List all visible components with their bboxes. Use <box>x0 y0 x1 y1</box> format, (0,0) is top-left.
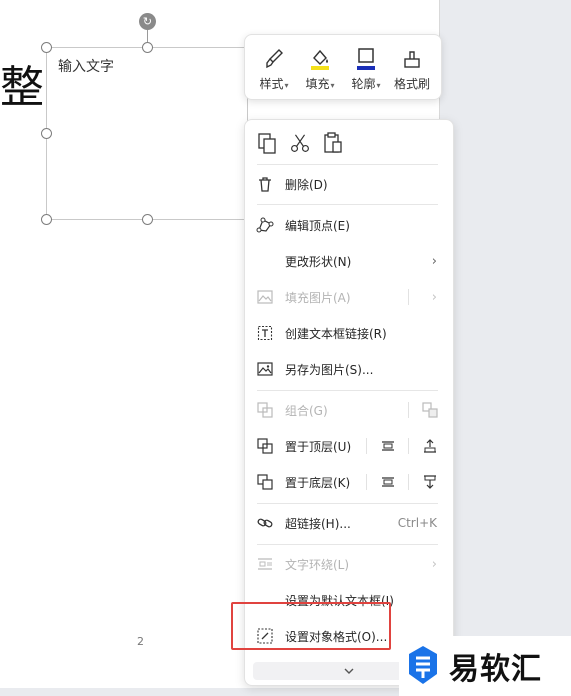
textbox-link-icon <box>257 325 273 341</box>
menu-item-fill-picture[interactable]: 填充图片(A) › <box>245 282 453 312</box>
menu-item-create-textbox-link[interactable]: 创建文本框链接(R) <box>245 318 453 348</box>
brush-icon <box>266 49 283 69</box>
resize-handle-bottom[interactable] <box>142 214 153 225</box>
format-painter-button[interactable]: 格式刷 <box>389 43 435 99</box>
menu-label-delete: 删除(D) <box>285 177 328 192</box>
ungroup-icon[interactable] <box>421 401 439 419</box>
group-icon <box>257 402 273 418</box>
menu-label-change-shape: 更改形状(N) <box>285 254 352 269</box>
send-back-icon <box>257 474 273 490</box>
image-icon <box>257 362 273 376</box>
fill-label: 填充 <box>305 77 330 91</box>
rotate-stem <box>147 30 148 42</box>
fill-bucket-icon <box>311 49 329 70</box>
menu-label-edit-points: 编辑顶点(E) <box>285 218 350 233</box>
clipboard-row <box>257 132 343 154</box>
chevron-down-icon <box>344 668 354 674</box>
chevron-right-icon: › <box>431 289 437 305</box>
menu-divider <box>366 438 367 454</box>
chevron-right-icon: › <box>431 556 437 572</box>
menu-divider <box>366 474 367 490</box>
text-wrap-icon <box>258 558 272 570</box>
floating-toolbar: 样式▾ 填充▾ 轮廓▾ 格式刷 <box>244 34 442 100</box>
hyperlink-shortcut: Ctrl+K <box>397 516 437 530</box>
menu-label-save-as-picture: 另存为图片(S)... <box>285 362 374 377</box>
menu-item-save-as-picture[interactable]: 另存为图片(S)... <box>245 354 453 384</box>
menu-label-fill-picture: 填充图片(A) <box>285 290 351 305</box>
menu-divider <box>408 289 409 305</box>
fill-button[interactable]: 填充▾ <box>297 43 343 99</box>
edit-points-icon <box>256 217 274 233</box>
menu-item-hyperlink[interactable]: 超链接(H)... Ctrl+K <box>245 508 453 538</box>
outline-button[interactable]: 轮廓▾ <box>343 43 389 99</box>
format-painter-label: 格式刷 <box>393 77 430 91</box>
link-icon <box>257 518 273 528</box>
menu-item-send-to-back[interactable]: 置于底层(K) <box>245 467 453 497</box>
copy-button[interactable] <box>257 132 277 154</box>
paste-icon <box>324 132 342 153</box>
menu-item-group[interactable]: 组合(G) <box>245 395 453 425</box>
page-number: 2 <box>137 635 144 648</box>
bring-forward-icon[interactable] <box>379 437 397 455</box>
logo-icon <box>409 646 437 684</box>
resize-handle-top[interactable] <box>142 42 153 53</box>
style-label: 样式 <box>259 77 284 91</box>
menu-separator <box>257 164 438 165</box>
menu-separator <box>257 204 438 205</box>
textbox-content[interactable]: 输入文字 <box>58 56 114 76</box>
document-text: 整 <box>0 62 44 113</box>
rotate-handle-icon[interactable]: ↻ <box>139 13 156 30</box>
menu-separator <box>257 544 438 545</box>
watermark-logo: 易软汇 <box>399 636 571 696</box>
menu-label-create-textbox-link: 创建文本框链接(R) <box>285 326 387 341</box>
picture-fill-icon <box>257 290 273 304</box>
watermark-text: 易软汇 <box>449 652 542 687</box>
menu-divider <box>408 402 409 418</box>
paste-button[interactable] <box>323 132 343 154</box>
menu-item-delete[interactable]: 删除(D) <box>245 169 453 199</box>
style-button[interactable]: 样式▾ <box>251 43 297 99</box>
context-menu: 删除(D) 编辑顶点(E) 更改形状(N) › 填充图片(A) › 创建文本框链… <box>244 119 454 686</box>
menu-divider <box>408 438 409 454</box>
align-top-icon[interactable] <box>421 437 439 455</box>
menu-separator <box>257 503 438 504</box>
align-bottom-icon[interactable] <box>421 473 439 491</box>
menu-separator <box>257 390 438 391</box>
menu-item-text-wrap[interactable]: 文字环绕(L) › <box>245 549 453 579</box>
scissors-icon <box>291 134 309 152</box>
highlight-box <box>231 602 391 650</box>
resize-handle-bottom-left[interactable] <box>41 214 52 225</box>
cut-button[interactable] <box>290 132 310 154</box>
menu-label-text-wrap: 文字环绕(L) <box>285 557 350 572</box>
menu-item-bring-to-front[interactable]: 置于顶层(U) <box>245 431 453 461</box>
chevron-right-icon: › <box>431 253 437 269</box>
menu-item-edit-points[interactable]: 编辑顶点(E) <box>245 210 453 240</box>
send-backward-icon[interactable] <box>379 473 397 491</box>
resize-handle-top-left[interactable] <box>41 42 52 53</box>
outline-icon <box>357 48 375 70</box>
format-painter-icon <box>404 51 420 68</box>
outline-label: 轮廓 <box>351 77 376 91</box>
bring-front-icon <box>257 438 273 454</box>
trash-icon <box>259 177 271 192</box>
copy-icon <box>258 133 276 154</box>
menu-divider <box>408 474 409 490</box>
resize-handle-left[interactable] <box>41 128 52 139</box>
menu-item-change-shape[interactable]: 更改形状(N) › <box>245 246 453 276</box>
